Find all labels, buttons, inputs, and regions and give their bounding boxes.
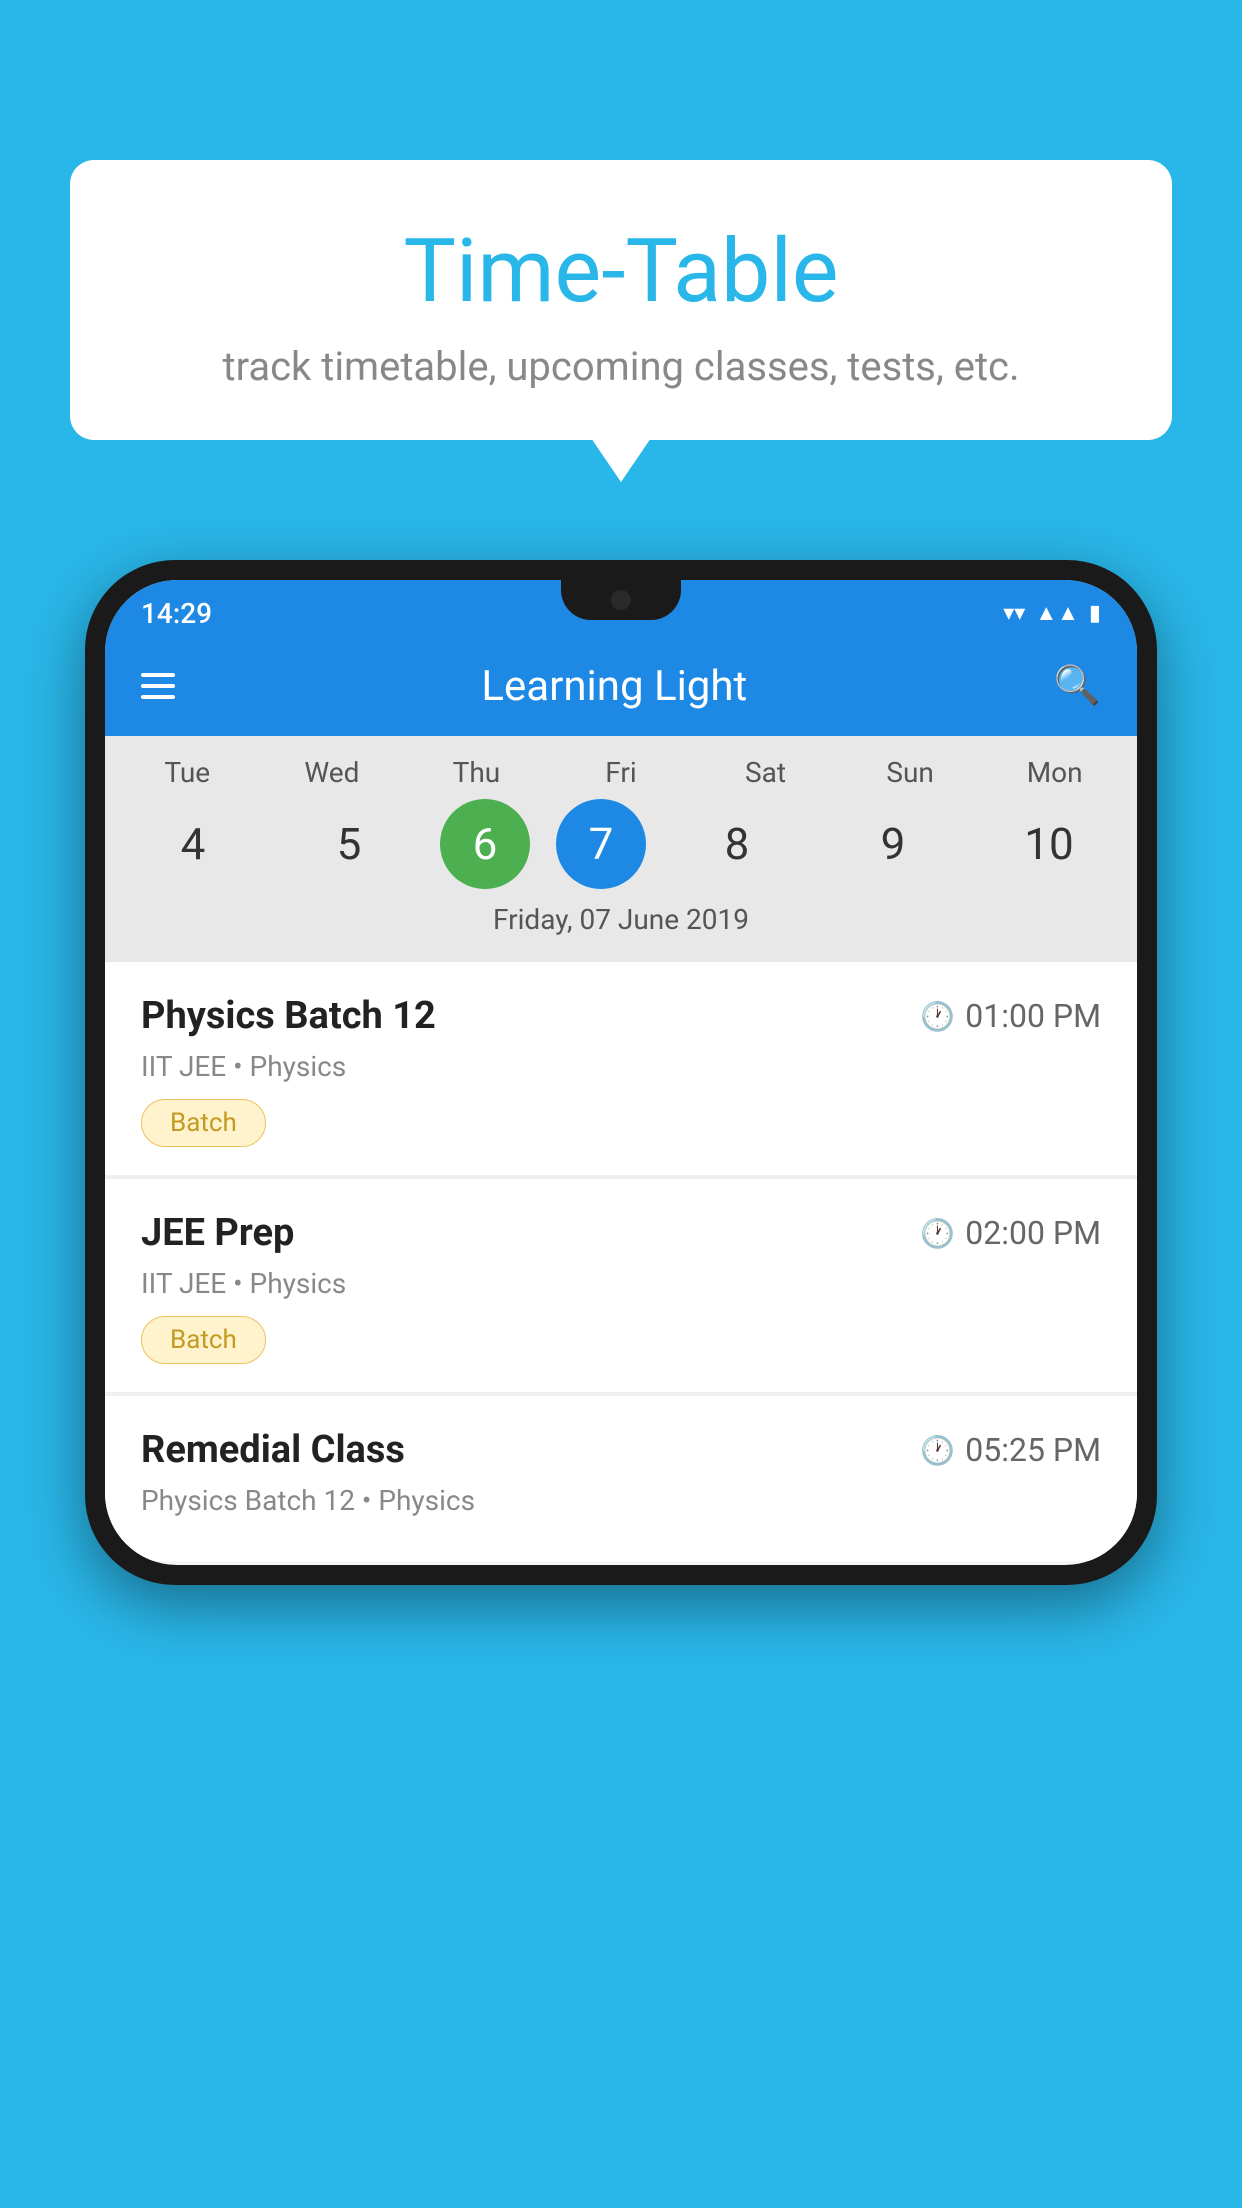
day-8[interactable]: 8 — [672, 799, 802, 889]
day-6-today[interactable]: 6 — [440, 799, 530, 889]
date-label: Friday, 07 June 2019 — [105, 889, 1137, 952]
phone-screen: 14:29 ▾▾ ▲▲ ▮ Learning Light 🔍 — [105, 580, 1137, 1565]
item-2-time: 🕐 02:00 PM — [920, 1214, 1101, 1252]
speech-bubble: Time-Table track timetable, upcoming cla… — [70, 160, 1172, 440]
day-header-fri: Fri — [556, 756, 686, 789]
item-3-time: 🕐 05:25 PM — [920, 1431, 1101, 1469]
item-1-time: 🕐 01:00 PM — [920, 997, 1101, 1035]
item-2-title: JEE Prep — [141, 1211, 294, 1255]
item-3-meta: Physics Batch 12 • Physics — [141, 1484, 1101, 1517]
day-header-sun: Sun — [845, 756, 975, 789]
item-2-badge: Batch — [141, 1316, 266, 1364]
phone-frame: 14:29 ▾▾ ▲▲ ▮ Learning Light 🔍 — [85, 560, 1157, 1585]
status-time: 14:29 — [141, 597, 212, 630]
schedule-item-3[interactable]: Remedial Class 🕐 05:25 PM Physics Batch … — [105, 1396, 1137, 1561]
search-button[interactable]: 🔍 — [1054, 664, 1101, 708]
app-title: Learning Light — [205, 662, 1024, 711]
calendar-strip: Tue Wed Thu Fri Sat Sun Mon 4 5 6 7 8 9 … — [105, 736, 1137, 962]
notch-camera — [611, 590, 631, 610]
day-4[interactable]: 4 — [128, 799, 258, 889]
day-header-tue: Tue — [122, 756, 252, 789]
day-numbers: 4 5 6 7 8 9 10 — [105, 799, 1137, 889]
bubble-title: Time-Table — [120, 220, 1122, 323]
day-9[interactable]: 9 — [828, 799, 958, 889]
clock-icon-1: 🕐 — [920, 1000, 955, 1033]
phone-mockup: 14:29 ▾▾ ▲▲ ▮ Learning Light 🔍 — [85, 560, 1157, 1585]
status-icons: ▾▾ ▲▲ ▮ — [1003, 600, 1101, 626]
item-3-header: Remedial Class 🕐 05:25 PM — [141, 1428, 1101, 1472]
day-7-selected[interactable]: 7 — [556, 799, 646, 889]
item-1-time-value: 01:00 PM — [965, 997, 1101, 1035]
clock-icon-3: 🕐 — [920, 1434, 955, 1467]
schedule-list: Physics Batch 12 🕐 01:00 PM IIT JEE • Ph… — [105, 962, 1137, 1561]
item-2-meta: IIT JEE • Physics — [141, 1267, 1101, 1300]
phone-notch — [561, 580, 681, 620]
day-header-mon: Mon — [990, 756, 1120, 789]
item-3-time-value: 05:25 PM — [965, 1431, 1101, 1469]
battery-icon: ▮ — [1089, 601, 1101, 626]
day-headers: Tue Wed Thu Fri Sat Sun Mon — [105, 756, 1137, 789]
item-1-meta: IIT JEE • Physics — [141, 1050, 1101, 1083]
day-5[interactable]: 5 — [284, 799, 414, 889]
item-1-title: Physics Batch 12 — [141, 994, 436, 1038]
bubble-subtitle: track timetable, upcoming classes, tests… — [120, 343, 1122, 390]
item-3-title: Remedial Class — [141, 1428, 405, 1472]
wifi-icon: ▾▾ — [1003, 601, 1025, 626]
hamburger-menu-button[interactable] — [141, 673, 175, 699]
schedule-item-2[interactable]: JEE Prep 🕐 02:00 PM IIT JEE • Physics Ba… — [105, 1179, 1137, 1392]
item-2-time-value: 02:00 PM — [965, 1214, 1101, 1252]
app-bar: Learning Light 🔍 — [105, 636, 1137, 736]
item-1-badge: Batch — [141, 1099, 266, 1147]
day-10[interactable]: 10 — [984, 799, 1114, 889]
day-header-sat: Sat — [701, 756, 831, 789]
day-header-thu: Thu — [411, 756, 541, 789]
speech-bubble-container: Time-Table track timetable, upcoming cla… — [70, 160, 1172, 440]
schedule-item-1[interactable]: Physics Batch 12 🕐 01:00 PM IIT JEE • Ph… — [105, 962, 1137, 1175]
item-2-header: JEE Prep 🕐 02:00 PM — [141, 1211, 1101, 1255]
clock-icon-2: 🕐 — [920, 1217, 955, 1250]
signal-icon: ▲▲ — [1035, 600, 1079, 626]
item-1-header: Physics Batch 12 🕐 01:00 PM — [141, 994, 1101, 1038]
day-header-wed: Wed — [267, 756, 397, 789]
